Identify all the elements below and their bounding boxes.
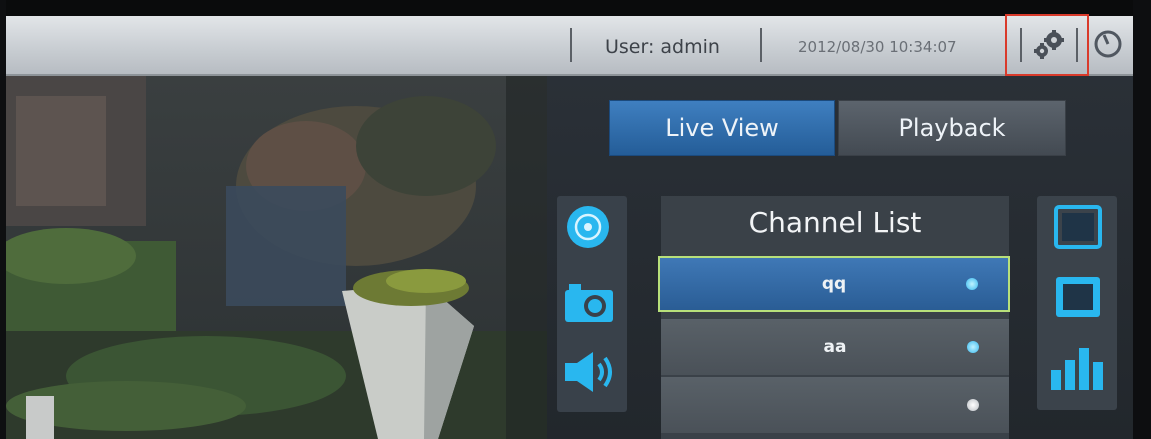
- channel-item-qq[interactable]: qq: [658, 256, 1010, 312]
- topbar-divider: [1076, 28, 1078, 62]
- datetime-display: 2012/08/30 10:34:07: [798, 38, 957, 56]
- right-toolbar: [1037, 196, 1117, 410]
- bar-chart-icon[interactable]: [1049, 342, 1105, 396]
- tab-playback[interactable]: Playback: [838, 100, 1066, 156]
- camera-feed-image: [6, 76, 547, 439]
- channel-item-label: qq: [821, 274, 847, 294]
- status-indicator-icon: [967, 341, 979, 353]
- status-indicator-icon: [966, 278, 978, 290]
- topbar-divider: [760, 28, 762, 62]
- power-icon[interactable]: [1092, 27, 1124, 63]
- channel-list: Channel List qq aa: [658, 196, 1010, 439]
- user-label: User: admin: [605, 36, 720, 58]
- channel-item-aa[interactable]: aa: [661, 319, 1009, 375]
- status-indicator-icon: [967, 399, 979, 411]
- monitor-bezel-top: [0, 0, 1151, 16]
- topbar-divider: [570, 28, 572, 62]
- monitor-bezel-right: [1133, 0, 1151, 439]
- tab-live-view[interactable]: Live View: [609, 100, 835, 156]
- speaker-icon[interactable]: [563, 348, 619, 400]
- left-toolbar: [557, 196, 627, 412]
- channel-item-empty[interactable]: [661, 377, 1009, 433]
- snapshot-camera-icon[interactable]: [563, 280, 615, 328]
- gears-icon[interactable]: [1032, 30, 1066, 64]
- single-view-icon[interactable]: [1053, 204, 1103, 254]
- camera-feed[interactable]: [6, 76, 547, 439]
- record-icon[interactable]: [565, 204, 611, 254]
- channel-item-label: aa: [823, 337, 847, 357]
- channel-list-title: Channel List: [748, 206, 922, 239]
- quad-view-icon[interactable]: [1053, 274, 1103, 324]
